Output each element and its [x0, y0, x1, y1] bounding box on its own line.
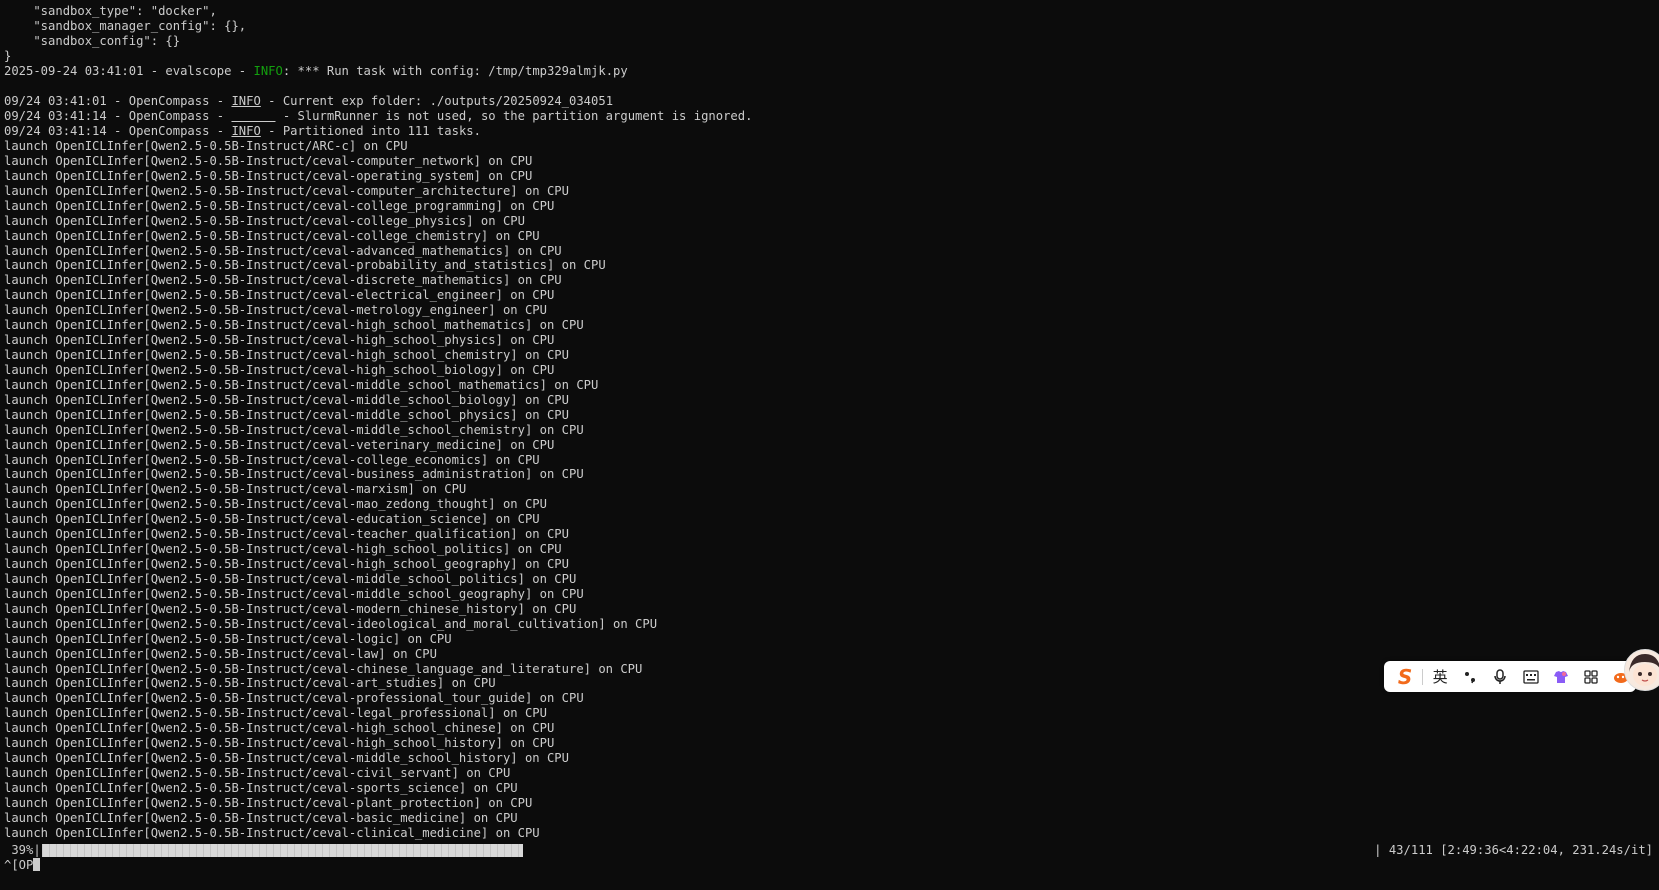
task-launch-line: launch OpenICLInfer[Qwen2.5-0.5B-Instruc…	[4, 676, 496, 691]
keyboard-icon	[1522, 669, 1539, 684]
log-prefix: 2025-09-24 03:41:01 - evalscope -	[4, 64, 254, 78]
ime-separator	[1422, 668, 1424, 685]
log-level-info: INFO	[231, 124, 261, 138]
task-launch-line: launch OpenICLInfer[Qwen2.5-0.5B-Instruc…	[4, 452, 540, 467]
punctuation-toggle-button[interactable]	[1455, 661, 1485, 692]
task-launch-line: launch OpenICLInfer[Qwen2.5-0.5B-Instruc…	[4, 691, 584, 706]
progress-row: 39%| | 43/111 [2:49:36<4:22:04, 231.24s/…	[0, 843, 1659, 858]
language-toggle-button[interactable]: 英	[1425, 661, 1455, 692]
progress-bar	[42, 844, 523, 857]
task-launch-line: launch OpenICLInfer[Qwen2.5-0.5B-Instruc…	[4, 542, 562, 557]
task-launch-line: launch OpenICLInfer[Qwen2.5-0.5B-Instruc…	[4, 751, 569, 766]
log-prefix: 09/24 03:41:01 - OpenCompass -	[4, 94, 232, 108]
opencompass-log-line: 09/24 03:41:14 - OpenCompass - INFO - Pa…	[4, 124, 481, 139]
prompt-line: ^[OP	[4, 858, 41, 873]
task-launch-line: launch OpenICLInfer[Qwen2.5-0.5B-Instruc…	[4, 168, 533, 183]
log-prefix: 09/24 03:41:14 - OpenCompass -	[4, 109, 232, 123]
task-launch-line: launch OpenICLInfer[Qwen2.5-0.5B-Instruc…	[4, 243, 562, 258]
progress-percent: 39%|	[4, 843, 41, 857]
progress-rate: | 43/111 [2:49:36<4:22:04, 231.24s/it]	[1374, 843, 1653, 857]
prompt-text: ^[OP	[4, 858, 34, 872]
task-launch-line: launch OpenICLInfer[Qwen2.5-0.5B-Instruc…	[4, 183, 569, 198]
toolbox-button[interactable]	[1576, 661, 1606, 692]
opencompass-log-line: 09/24 03:41:14 - OpenCompass - ______ - …	[4, 109, 752, 124]
task-launch-line: launch OpenICLInfer[Qwen2.5-0.5B-Instruc…	[4, 825, 540, 840]
task-launch-line: launch OpenICLInfer[Qwen2.5-0.5B-Instruc…	[4, 601, 577, 616]
task-launch-line: launch OpenICLInfer[Qwen2.5-0.5B-Instruc…	[4, 661, 643, 676]
evalscope-log-line: 2025-09-24 03:41:01 - evalscope - INFO: …	[4, 64, 628, 79]
task-launch-line: launch OpenICLInfer[Qwen2.5-0.5B-Instruc…	[4, 557, 569, 572]
log-message: - Partitioned into 111 tasks.	[260, 124, 481, 138]
microphone-icon	[1494, 668, 1507, 684]
terminal-line: "sandbox_config": {}	[4, 34, 181, 48]
task-launch-line: launch OpenICLInfer[Qwen2.5-0.5B-Instruc…	[4, 766, 511, 781]
task-launch-line: launch OpenICLInfer[Qwen2.5-0.5B-Instruc…	[4, 288, 555, 303]
task-launch-line: launch OpenICLInfer[Qwen2.5-0.5B-Instruc…	[4, 810, 518, 825]
task-launch-line: launch OpenICLInfer[Qwen2.5-0.5B-Instruc…	[4, 586, 584, 601]
log-prefix: 09/24 03:41:14 - OpenCompass -	[4, 124, 232, 138]
task-launch-line: launch OpenICLInfer[Qwen2.5-0.5B-Instruc…	[4, 377, 599, 392]
text-cursor	[33, 858, 41, 871]
task-launch-line: launch OpenICLInfer[Qwen2.5-0.5B-Instruc…	[4, 228, 540, 243]
log-level-warning: ______	[231, 109, 276, 123]
log-message: : *** Run task with config: /tmp/tmp329a…	[282, 64, 628, 78]
task-launch-line: launch OpenICLInfer[Qwen2.5-0.5B-Instruc…	[4, 467, 584, 482]
terminal-window[interactable]: "sandbox_type": "docker", "sandbox_manag…	[0, 0, 1659, 890]
mascot-icon	[1625, 650, 1659, 690]
terminal-line: }	[4, 49, 12, 63]
task-launch-line: launch OpenICLInfer[Qwen2.5-0.5B-Instruc…	[4, 721, 555, 736]
sogou-logo-icon[interactable]: S	[1390, 661, 1420, 692]
task-launch-line: launch OpenICLInfer[Qwen2.5-0.5B-Instruc…	[4, 736, 555, 751]
ime-toolbar[interactable]: S 英	[1384, 661, 1636, 692]
task-launch-line: launch OpenICLInfer[Qwen2.5-0.5B-Instruc…	[4, 706, 547, 721]
task-launch-line: launch OpenICLInfer[Qwen2.5-0.5B-Instruc…	[4, 780, 518, 795]
task-launch-line: launch OpenICLInfer[Qwen2.5-0.5B-Instruc…	[4, 482, 467, 497]
task-launch-line: launch OpenICLInfer[Qwen2.5-0.5B-Instruc…	[4, 318, 584, 333]
log-level-info: INFO	[231, 94, 261, 108]
task-launch-line: launch OpenICLInfer[Qwen2.5-0.5B-Instruc…	[4, 437, 555, 452]
task-launch-line: launch OpenICLInfer[Qwen2.5-0.5B-Instruc…	[4, 512, 540, 527]
log-message: - SlurmRunner is not used, so the partit…	[275, 109, 753, 123]
task-launch-line: launch OpenICLInfer[Qwen2.5-0.5B-Instruc…	[4, 795, 533, 810]
task-launch-line: launch OpenICLInfer[Qwen2.5-0.5B-Instruc…	[4, 348, 569, 363]
task-launch-line: launch OpenICLInfer[Qwen2.5-0.5B-Instruc…	[4, 303, 547, 318]
task-launch-line: launch OpenICLInfer[Qwen2.5-0.5B-Instruc…	[4, 198, 555, 213]
soft-keyboard-button[interactable]	[1515, 661, 1545, 692]
terminal-line: "sandbox_manager_config": {},	[4, 19, 247, 33]
task-launch-line: launch OpenICLInfer[Qwen2.5-0.5B-Instruc…	[4, 273, 562, 288]
task-launch-line: launch OpenICLInfer[Qwen2.5-0.5B-Instruc…	[4, 258, 606, 273]
skin-icon	[1553, 670, 1568, 683]
task-launch-line: launch OpenICLInfer[Qwen2.5-0.5B-Instruc…	[4, 646, 437, 661]
task-launch-line: launch OpenICLInfer[Qwen2.5-0.5B-Instruc…	[4, 422, 584, 437]
task-launch-line: launch OpenICLInfer[Qwen2.5-0.5B-Instruc…	[4, 153, 533, 168]
ime-mascot-avatar[interactable]	[1624, 649, 1659, 691]
task-launch-line: launch OpenICLInfer[Qwen2.5-0.5B-Instruc…	[4, 333, 555, 348]
opencompass-log-line: 09/24 03:41:01 - OpenCompass - INFO - Cu…	[4, 94, 613, 109]
task-launch-line: launch OpenICLInfer[Qwen2.5-0.5B-Instruc…	[4, 392, 569, 407]
task-launch-line: launch OpenICLInfer[Qwen2.5-0.5B-Instruc…	[4, 631, 452, 646]
terminal-line: "sandbox_type": "docker",	[4, 4, 217, 18]
log-level-info: INFO	[253, 64, 283, 78]
task-launch-line: launch OpenICLInfer[Qwen2.5-0.5B-Instruc…	[4, 139, 408, 153]
task-launch-line: launch OpenICLInfer[Qwen2.5-0.5B-Instruc…	[4, 362, 555, 377]
task-launch-line: launch OpenICLInfer[Qwen2.5-0.5B-Instruc…	[4, 571, 577, 586]
task-launch-line: launch OpenICLInfer[Qwen2.5-0.5B-Instruc…	[4, 497, 547, 512]
task-launch-line: launch OpenICLInfer[Qwen2.5-0.5B-Instruc…	[4, 527, 569, 542]
log-message: - Current exp folder: ./outputs/20250924…	[260, 94, 614, 108]
punctuation-icon	[1465, 671, 1476, 683]
task-launch-line: launch OpenICLInfer[Qwen2.5-0.5B-Instruc…	[4, 407, 569, 422]
skin-button[interactable]	[1546, 661, 1576, 692]
task-launch-line: launch OpenICLInfer[Qwen2.5-0.5B-Instruc…	[4, 213, 525, 228]
grid-icon	[1584, 669, 1598, 684]
task-launch-line: launch OpenICLInfer[Qwen2.5-0.5B-Instruc…	[4, 616, 658, 631]
voice-input-button[interactable]	[1485, 661, 1515, 692]
